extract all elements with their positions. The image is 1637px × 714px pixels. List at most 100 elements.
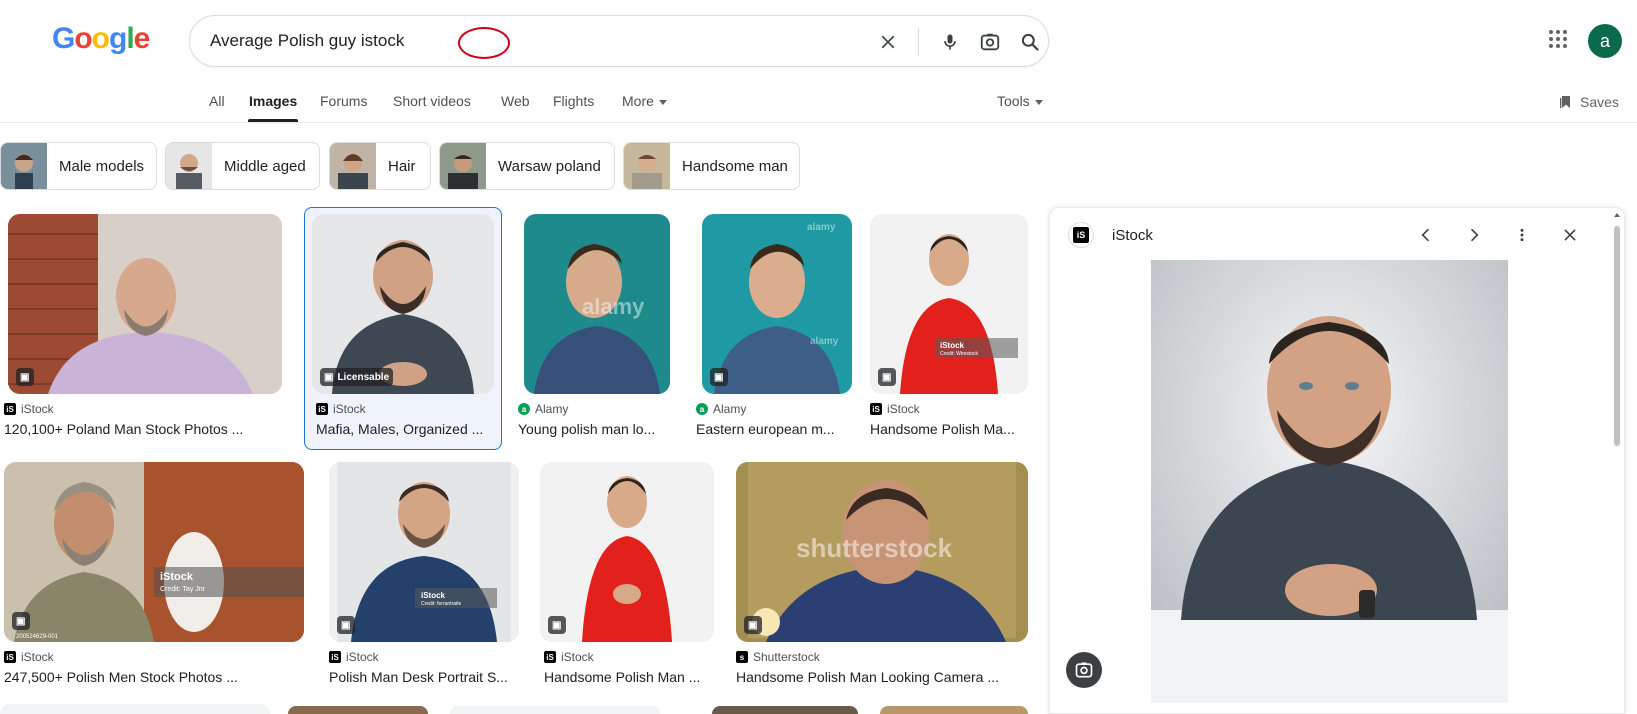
tab-web[interactable]: Web [501, 93, 530, 109]
result-title[interactable]: Handsome Polish Man ... [544, 669, 714, 685]
chip-handsome-man[interactable]: Handsome man [623, 142, 800, 190]
result-source-label: iStock [21, 402, 54, 416]
avatar[interactable]: a [1588, 24, 1622, 58]
logo-letter: o [74, 22, 92, 55]
result-image-partial[interactable] [712, 706, 858, 714]
saves-label: Saves [1580, 94, 1619, 110]
result-image[interactable]: ▣ [540, 462, 714, 642]
result-image-partial[interactable] [288, 706, 428, 714]
image-badge-icon: ▣ [878, 368, 896, 386]
istock-favicon-icon: iS [870, 403, 882, 415]
tab-more-label: More [622, 93, 654, 109]
result-image[interactable]: iStock Credit: Wirestock ▣ [870, 214, 1028, 394]
chip-male-models[interactable]: Male models [0, 142, 157, 190]
clear-icon[interactable] [873, 27, 903, 57]
result-image[interactable]: iStock Credit: Tay Jnr 200524629-001 ▣ [4, 462, 304, 642]
lens-icon[interactable] [1066, 652, 1102, 688]
mic-icon[interactable] [935, 27, 965, 57]
alamy-watermark: alamy [582, 294, 645, 319]
result-title[interactable]: Mafia, Males, Organized ... [316, 421, 490, 437]
red-annotation-circle [458, 27, 510, 59]
image-badge-icon: ▣ [337, 616, 355, 634]
result-title[interactable]: Polish Man Desk Portrait S... [329, 669, 519, 685]
istock-favicon-icon: iS [4, 403, 16, 415]
search-icon[interactable] [1015, 27, 1045, 57]
istock-favicon-icon: iS [329, 651, 341, 663]
chevron-right-icon[interactable] [1459, 220, 1489, 250]
istock-credit: Credit: ferrantraite [421, 601, 462, 607]
result-image-partial[interactable] [0, 704, 270, 714]
search-box[interactable]: Average Polish guy istock [189, 15, 1049, 67]
result-source-label: iStock [561, 650, 594, 664]
saves-button[interactable]: Saves [1558, 94, 1619, 110]
result-image[interactable]: shutterstock ▣ [736, 462, 1028, 642]
tab-forums[interactable]: Forums [320, 93, 367, 109]
shutterstock-watermark: shutterstock [796, 533, 953, 563]
search-tabs: All Images Forums Short videos Web Fligh… [0, 85, 1637, 123]
tab-flights[interactable]: Flights [553, 93, 594, 109]
chevron-down-icon [1034, 99, 1043, 105]
lens-icon[interactable] [975, 27, 1005, 57]
result-image-partial[interactable] [450, 706, 660, 714]
logo-letter: e [133, 22, 151, 55]
tab-images[interactable]: Images [249, 93, 297, 109]
tab-short-videos[interactable]: Short videos [393, 93, 471, 109]
panel-source-name[interactable]: iStock [1112, 227, 1153, 244]
image-badge-icon: ▣ [710, 368, 728, 386]
tab-more[interactable]: More [622, 93, 667, 109]
result-title[interactable]: 247,500+ Polish Men Stock Photos ... [4, 669, 304, 685]
result-image[interactable]: alamy [524, 214, 670, 394]
chip-warsaw-poland[interactable]: Warsaw poland [439, 142, 615, 190]
result-title[interactable]: Eastern european m... [696, 421, 844, 437]
result-source-label: Alamy [535, 402, 569, 416]
istock-watermark: iStock [940, 341, 965, 350]
apps-grid-icon[interactable] [1546, 27, 1570, 51]
chip-thumbnail [440, 143, 486, 189]
alamy-watermark: alamy [810, 336, 839, 347]
active-tab-indicator [248, 119, 298, 122]
panel-source-favicon: iS [1068, 222, 1094, 248]
istock-credit: Credit: Wirestock [940, 351, 979, 357]
istock-credit: Credit: Tay Jnr [160, 586, 206, 593]
bookmark-icon [1560, 96, 1570, 108]
istock-favicon-icon: iS [316, 403, 328, 415]
chevron-left-icon[interactable] [1411, 220, 1441, 250]
result-title[interactable]: Handsome Polish Ma... [870, 421, 1028, 437]
chip-hair[interactable]: Hair [329, 142, 431, 190]
tools-label: Tools [997, 93, 1030, 109]
result-image[interactable]: alamy alamy ▣ [702, 214, 852, 394]
chip-thumbnail [330, 143, 376, 189]
result-source: iS iStock [329, 650, 379, 664]
result-source: iS iStock [870, 402, 920, 416]
search-input[interactable]: Average Polish guy istock [210, 31, 404, 51]
google-logo[interactable]: Google [52, 22, 151, 56]
result-image[interactable]: ▣ [8, 214, 282, 394]
result-title[interactable]: Young polish man lo... [518, 421, 678, 437]
alamy-favicon-icon: a [696, 403, 708, 415]
result-source: s Shutterstock [736, 650, 820, 664]
tools-button[interactable]: Tools [997, 93, 1043, 109]
result-image[interactable]: iStock Credit: ferrantraite ▣ [329, 462, 519, 642]
panel-scrollbar-thumb[interactable] [1614, 226, 1620, 446]
istock-favicon-icon: iS [1073, 227, 1089, 243]
result-source-label: Alamy [713, 402, 747, 416]
preview-image[interactable] [1151, 260, 1508, 703]
chip-label: Hair [388, 157, 416, 175]
chip-thumbnail [166, 143, 212, 189]
image-badge: ▣ Licensable [320, 368, 394, 386]
tab-all[interactable]: All [209, 93, 225, 109]
chip-label: Handsome man [682, 157, 788, 175]
chip-middle-aged[interactable]: Middle aged [165, 142, 320, 190]
more-vert-icon[interactable] [1507, 220, 1537, 250]
close-icon[interactable] [1555, 220, 1585, 250]
chip-label: Male models [59, 157, 145, 175]
chip-thumbnail [624, 143, 670, 189]
result-image[interactable]: ▣ Licensable [312, 214, 494, 394]
image-badge-icon: ▣ [548, 616, 566, 634]
result-title[interactable]: Handsome Polish Man Looking Camera ... [736, 669, 1028, 685]
logo-letter: o [91, 22, 110, 55]
chevron-down-icon [658, 99, 667, 105]
result-title[interactable]: 120,100+ Poland Man Stock Photos ... [4, 421, 284, 437]
result-image-partial[interactable] [880, 706, 1028, 714]
chip-thumbnail [1, 143, 47, 189]
